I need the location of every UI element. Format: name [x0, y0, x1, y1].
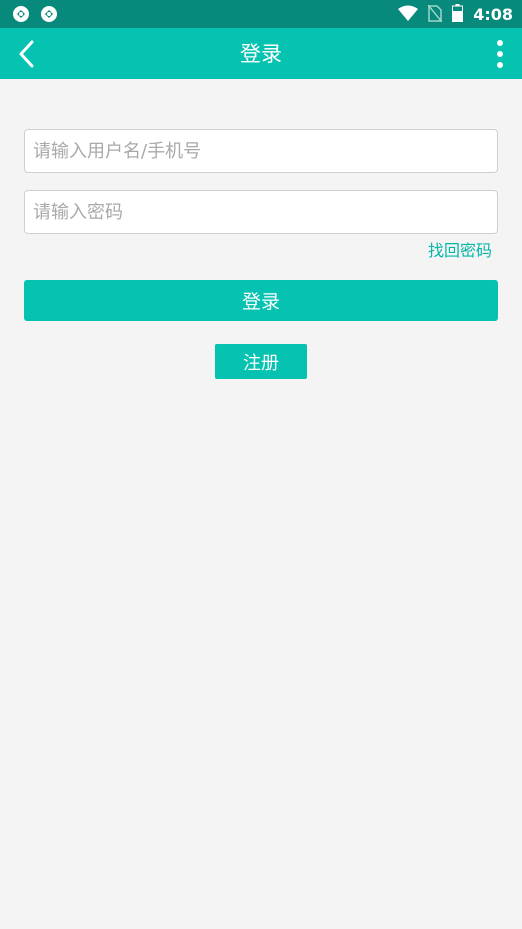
username-input[interactable]: [24, 129, 498, 173]
status-time: 4:08: [473, 5, 513, 24]
password-input[interactable]: [24, 190, 498, 234]
app-bar: 登录: [0, 28, 522, 79]
forgot-password-link[interactable]: 找回密码: [428, 240, 492, 262]
no-sim-icon: [427, 4, 443, 26]
overflow-menu-icon: [497, 40, 503, 68]
status-system: 4:08: [398, 4, 513, 26]
status-bar: 4:08: [0, 0, 522, 28]
notification-icon: [40, 5, 58, 27]
register-button[interactable]: 注册: [215, 344, 307, 379]
notification-icon: [12, 5, 30, 27]
overflow-menu-button[interactable]: [494, 38, 506, 70]
page-title: 登录: [240, 42, 282, 66]
login-button[interactable]: 登录: [24, 280, 498, 321]
battery-icon: [452, 4, 464, 26]
status-notifications: [12, 5, 58, 27]
wifi-icon: [398, 5, 419, 25]
